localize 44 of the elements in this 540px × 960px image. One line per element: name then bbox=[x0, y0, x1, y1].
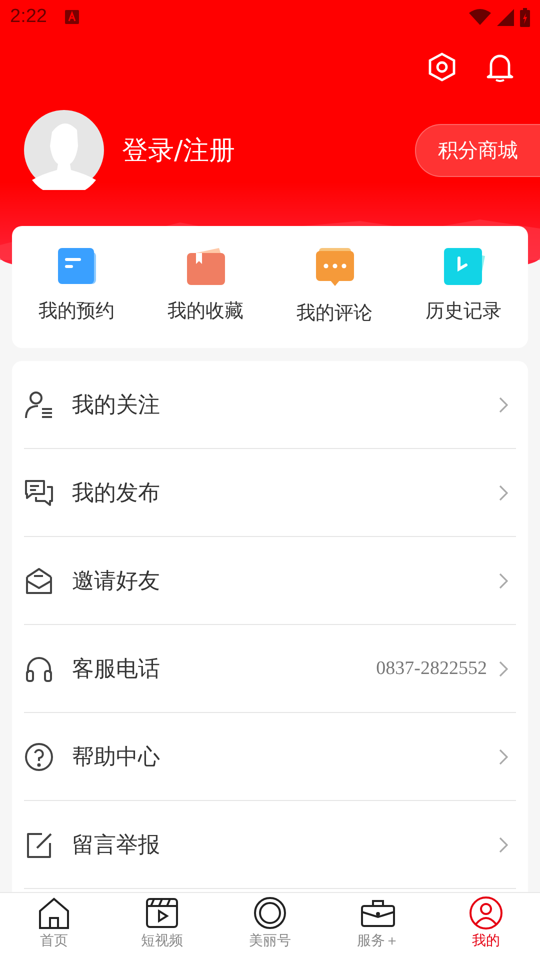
user-icon bbox=[469, 896, 503, 930]
chevron-icon bbox=[499, 484, 508, 500]
chat-icon bbox=[24, 478, 54, 508]
chevron-icon bbox=[499, 396, 508, 412]
chevron-icon bbox=[499, 836, 508, 852]
phone-number: 0837-2822552 bbox=[376, 658, 487, 680]
bookmark-icon[interactable] bbox=[184, 246, 226, 286]
mail-icon bbox=[24, 566, 54, 596]
chevron-icon bbox=[499, 748, 508, 764]
status-time: 2:22 bbox=[10, 6, 47, 28]
tab[interactable]: 短视频 bbox=[108, 893, 216, 960]
signal-icon bbox=[497, 8, 514, 26]
shortcut-label[interactable]: 我的收藏 bbox=[168, 298, 244, 324]
tab[interactable]: 我的 bbox=[432, 893, 540, 960]
menu-item[interactable]: 客服电话 0837-2822552 bbox=[24, 625, 516, 713]
comment-icon[interactable] bbox=[314, 246, 356, 288]
settings-icon[interactable] bbox=[428, 52, 456, 82]
chevron-icon bbox=[499, 572, 508, 588]
tab[interactable]: 服务＋ bbox=[324, 893, 432, 960]
shortcut-label[interactable]: 我的预约 bbox=[38, 298, 114, 324]
calendar-icon[interactable] bbox=[56, 246, 98, 286]
login-link[interactable]: 登录/注册 bbox=[122, 132, 235, 168]
tab[interactable]: 首页 bbox=[0, 893, 108, 960]
battery-icon bbox=[520, 8, 530, 26]
chevron-icon bbox=[499, 660, 508, 676]
home-icon bbox=[37, 896, 71, 930]
menu-item[interactable]: 帮助中心 bbox=[24, 713, 516, 801]
shortcut-label[interactable]: 历史记录 bbox=[426, 298, 502, 324]
avatar[interactable] bbox=[24, 110, 104, 190]
points-mall-button[interactable]: 积分商城 bbox=[415, 124, 540, 176]
notification-icon bbox=[64, 10, 79, 24]
wifi-icon bbox=[469, 9, 491, 25]
ring-icon bbox=[253, 896, 287, 930]
menu-item[interactable]: 留言举报 bbox=[24, 801, 516, 889]
video-icon bbox=[145, 896, 179, 930]
help-icon bbox=[24, 742, 54, 772]
history-icon[interactable] bbox=[442, 246, 486, 286]
tab[interactable]: 美丽号 bbox=[216, 893, 324, 960]
menu-item[interactable]: 我的发布 bbox=[24, 449, 516, 537]
menu-item[interactable]: 邀请好友 bbox=[24, 537, 516, 625]
menu-item[interactable]: 我的关注 bbox=[24, 361, 516, 449]
bell-icon[interactable] bbox=[486, 52, 514, 82]
shortcut-label[interactable]: 我的评论 bbox=[296, 300, 372, 326]
person-list-icon bbox=[24, 390, 54, 420]
